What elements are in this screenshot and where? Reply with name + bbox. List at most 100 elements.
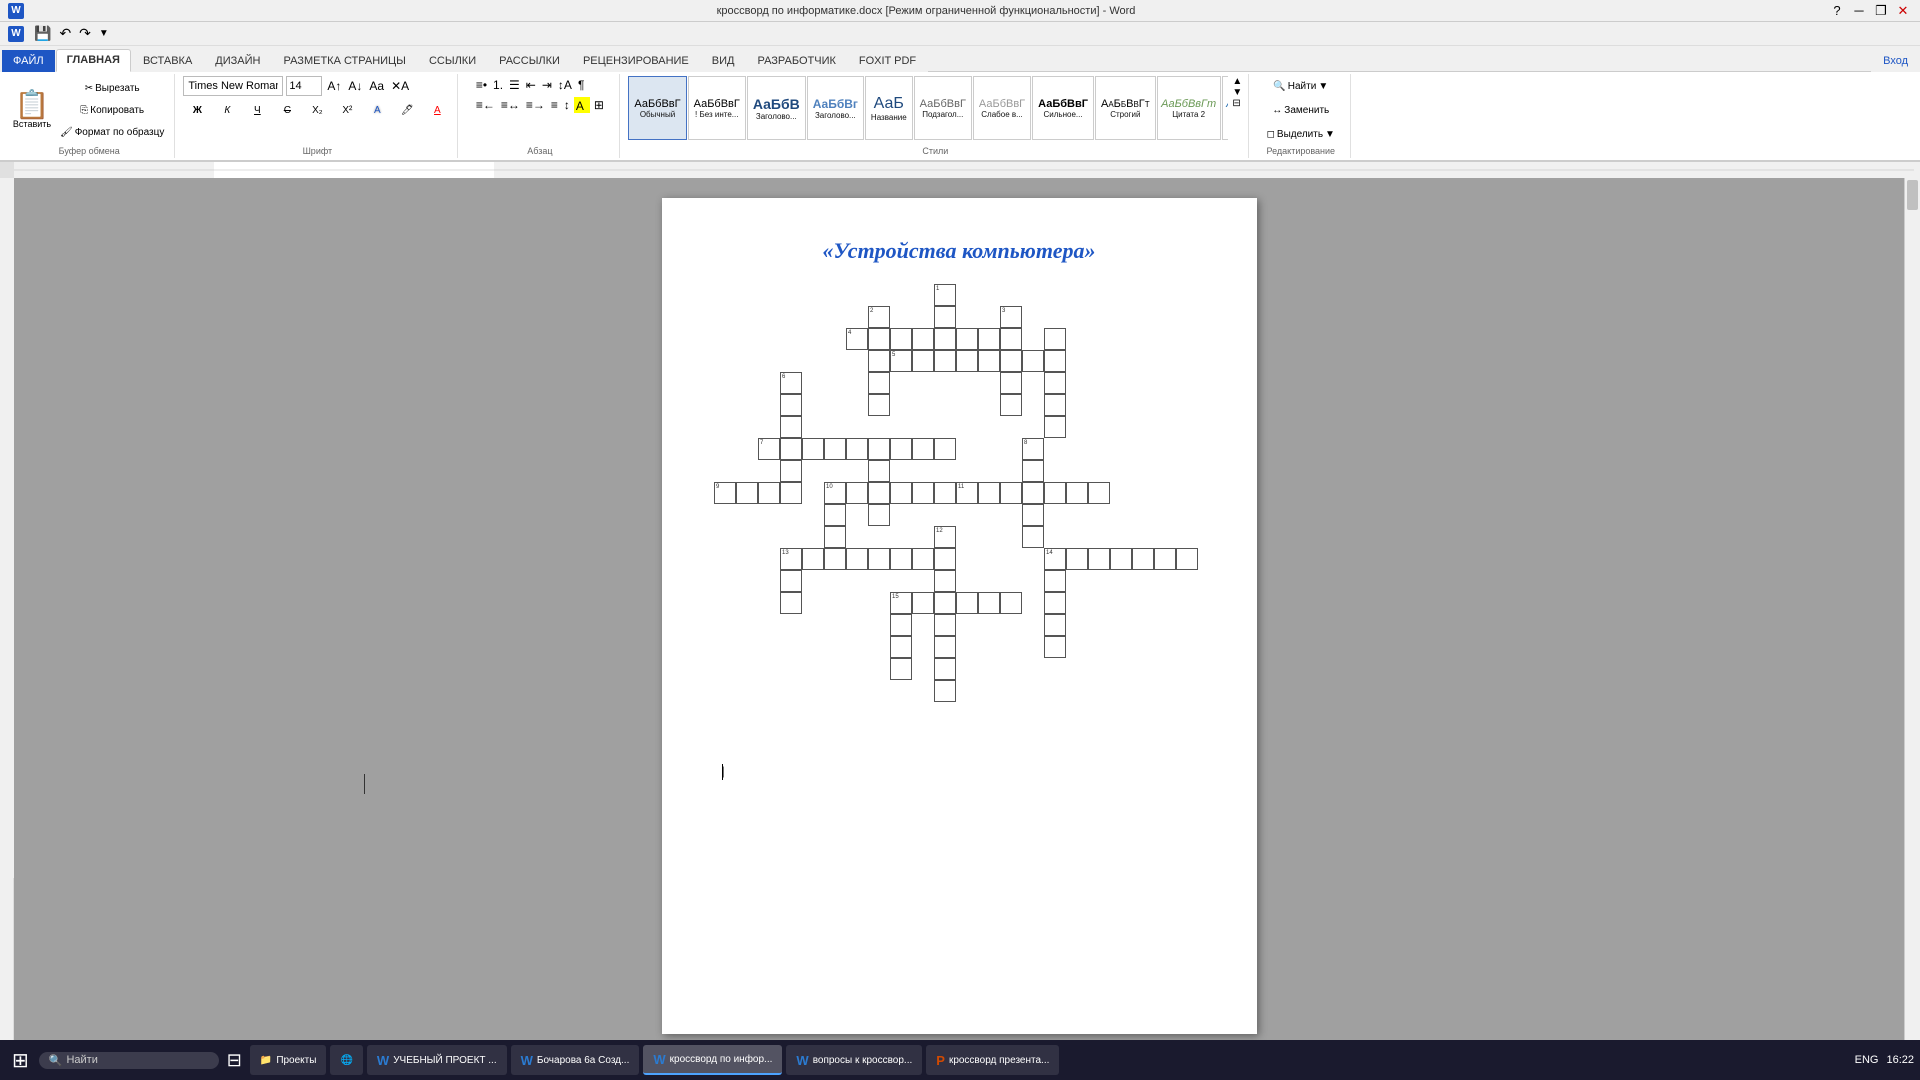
cell-11-c1	[978, 482, 1000, 504]
cell-bottom-v11	[1044, 636, 1066, 658]
change-case-btn[interactable]: Aa	[367, 77, 386, 95]
cell-15-c3	[956, 592, 978, 614]
superscript-button[interactable]: X²	[333, 100, 361, 120]
save-quick-btn[interactable]: 💾	[32, 25, 53, 42]
cell-10-c2	[868, 482, 890, 504]
cell-3v-r5	[1044, 328, 1066, 350]
restore-button[interactable]: ❐	[1872, 2, 1890, 20]
styles-scroll-down[interactable]: ▼	[1232, 87, 1242, 98]
tab-design[interactable]: ДИЗАЙН	[204, 50, 271, 72]
tab-insert[interactable]: ВСТАВКА	[132, 50, 203, 72]
borders-btn[interactable]: ⊞	[592, 96, 606, 114]
cell-7-c4	[846, 438, 868, 460]
styles-scroll-up[interactable]: ▲	[1232, 76, 1242, 87]
tab-references[interactable]: ССЫЛКИ	[418, 50, 487, 72]
replace-button[interactable]: ↔ Заменить	[1268, 100, 1333, 120]
style-no-spacing[interactable]: АаБбВвГ! Без инте...	[688, 76, 746, 140]
tab-review[interactable]: РЕЦЕНЗИРОВАНИЕ	[572, 50, 700, 72]
close-button[interactable]: ✕	[1894, 2, 1912, 20]
customize-quick-btn[interactable]: ▼	[97, 28, 111, 39]
bullets-btn[interactable]: ≡•	[474, 76, 489, 94]
cell-5-c2	[934, 350, 956, 372]
cell-7-c1	[780, 438, 802, 460]
shrink-font-btn[interactable]: A↓	[346, 77, 364, 95]
format-painter-button[interactable]: 🖌 Формат по образцу	[56, 122, 168, 142]
cell-8-r3	[1022, 504, 1044, 526]
cursor-area[interactable]: |	[712, 764, 1207, 780]
find-button[interactable]: 🔍 Найти ▼	[1269, 76, 1332, 96]
taskbar-item-browser[interactable]: 🌐	[330, 1045, 362, 1075]
sign-in-btn[interactable]: Вход	[1871, 51, 1920, 72]
document-area[interactable]: «Устройства компьютера» 1 2 3	[14, 178, 1904, 1054]
align-left-btn[interactable]: ≡←	[474, 96, 497, 114]
tab-developer[interactable]: РАЗРАБОТЧИК	[746, 50, 846, 72]
style-title[interactable]: АаБНазвание	[865, 76, 913, 140]
taskbar-item-presentation[interactable]: P кроссворд презента...	[926, 1045, 1059, 1075]
vertical-scrollbar[interactable]	[1904, 178, 1920, 1054]
cut-button[interactable]: ✂ Вырезать	[56, 78, 168, 98]
cell-11-c6	[1088, 482, 1110, 504]
font-name-input[interactable]	[183, 76, 283, 96]
cell-8-r4	[1022, 526, 1044, 548]
style-strong[interactable]: АаБбВвГСильное...	[1032, 76, 1094, 140]
tab-file[interactable]: ФАЙЛ	[2, 50, 55, 72]
multilevel-list-btn[interactable]: ☰	[507, 76, 522, 94]
text-effects-btn[interactable]: A	[363, 100, 391, 120]
style-subtle[interactable]: АаБбВвГСлабое в...	[973, 76, 1031, 140]
undo-quick-btn[interactable]: ↶	[57, 25, 73, 42]
taskbar-item-projects[interactable]: 📁 Проекты	[250, 1045, 327, 1075]
highlight-btn[interactable]: 🖊	[393, 100, 421, 120]
clear-formatting-btn[interactable]: ✕A	[389, 77, 411, 95]
styles-expand[interactable]: ⊟	[1232, 98, 1242, 109]
style-quote2[interactable]: АаБбВвГтЦитата 2	[1157, 76, 1221, 140]
start-button[interactable]: ⊞	[6, 1048, 35, 1073]
strikethrough-button[interactable]: С	[273, 100, 301, 120]
paste-button[interactable]: 📋 Вставить	[10, 76, 54, 144]
cell-bottom-v5	[934, 636, 956, 658]
increase-indent-btn[interactable]: ⇥	[540, 76, 554, 94]
sort-btn[interactable]: ↕A	[556, 76, 574, 94]
copy-button[interactable]: ⎘ Копировать	[56, 100, 168, 120]
taskbar-item-questions[interactable]: W вопросы к кросcвор...	[786, 1045, 922, 1075]
search-bar[interactable]: 🔍 Найти	[39, 1052, 219, 1069]
redo-quick-btn[interactable]: ↷	[77, 25, 93, 42]
tab-page-layout[interactable]: РАЗМЕТКА СТРАНИЦЫ	[272, 50, 416, 72]
style-strict[interactable]: АаБбВвГтСтрогий	[1095, 76, 1156, 140]
select-icon: ◻	[1267, 129, 1275, 140]
help-button[interactable]: ?	[1828, 2, 1846, 20]
show-marks-btn[interactable]: ¶	[576, 76, 586, 94]
tab-view[interactable]: ВИД	[701, 50, 746, 72]
font-color-btn[interactable]: A	[423, 100, 451, 120]
italic-button[interactable]: К	[213, 100, 241, 120]
ribbon-tab-bar: ФАЙЛ ГЛАВНАЯ ВСТАВКА ДИЗАЙН РАЗМЕТКА СТР…	[0, 46, 1920, 72]
style-heading2[interactable]: АаБбВгЗаголово...	[807, 76, 864, 140]
tray-language[interactable]: ENG	[1855, 1054, 1879, 1066]
align-right-btn[interactable]: ≡→	[524, 96, 547, 114]
grow-font-btn[interactable]: A↑	[325, 77, 343, 95]
style-normal[interactable]: АаБбВвГОбычный	[628, 76, 686, 140]
decrease-indent-btn[interactable]: ⇤	[524, 76, 538, 94]
tab-mailings[interactable]: РАССЫЛКИ	[488, 50, 571, 72]
tab-foxit[interactable]: FOXIT PDF	[848, 50, 927, 72]
taskbar-item-word2[interactable]: W Бочарова 6а Созд...	[511, 1045, 640, 1075]
font-size-input[interactable]	[286, 76, 322, 96]
style-heading1[interactable]: АаБбВЗаголово...	[747, 76, 806, 140]
underline-button[interactable]: Ч	[243, 100, 271, 120]
taskbar-item-word1[interactable]: W УЧЕБНЫЙ ПРОЕКТ ...	[367, 1045, 507, 1075]
document-page: «Устройства компьютера» 1 2 3	[662, 198, 1257, 1034]
justify-btn[interactable]: ≡	[549, 96, 560, 114]
select-button[interactable]: ◻ Выделить ▼	[1263, 124, 1339, 144]
line-spacing-btn[interactable]: ↕	[562, 96, 572, 114]
style-emphasis[interactable]: АаБбВвГтВыделен...	[1222, 76, 1229, 140]
taskbar-item-crossword-current[interactable]: W кроссворд по инфор...	[643, 1045, 782, 1075]
numbering-btn[interactable]: 1.	[491, 76, 505, 94]
bold-button[interactable]: Ж	[183, 100, 211, 120]
align-center-btn[interactable]: ≡↔	[499, 96, 522, 114]
shading-btn[interactable]: A	[574, 97, 590, 113]
scrollbar-thumb[interactable]	[1907, 180, 1918, 210]
task-manager-btn[interactable]: ⊟	[223, 1050, 246, 1071]
minimize-button[interactable]: ─	[1850, 2, 1868, 20]
tab-home[interactable]: ГЛАВНАЯ	[56, 49, 131, 72]
subscript-button[interactable]: X₂	[303, 100, 331, 120]
style-subtitle[interactable]: АаБбВвГПодзагол...	[914, 76, 972, 140]
